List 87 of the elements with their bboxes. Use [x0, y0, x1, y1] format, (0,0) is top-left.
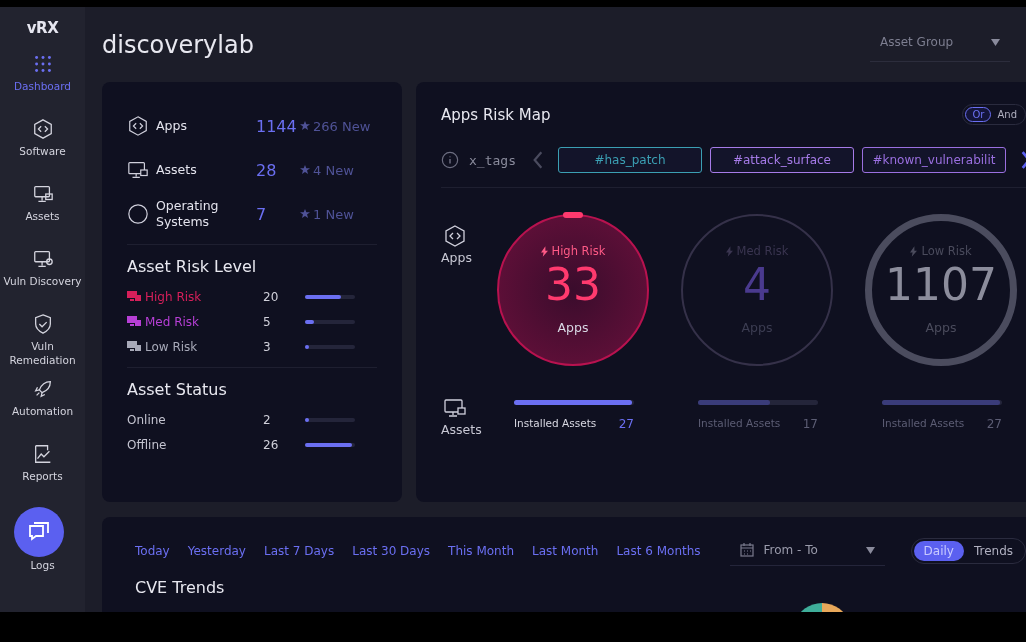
unit-label: Apps	[925, 320, 957, 335]
tag-chip[interactable]: #known_vulnerabilit	[861, 147, 1006, 173]
date-range-link[interactable]: Yesterday	[178, 543, 255, 558]
sidebar-item[interactable]: Automation	[2, 378, 83, 443]
sidebar-item[interactable]: Logs	[2, 558, 83, 572]
status-count: 2	[263, 412, 272, 427]
row-label: Assets	[441, 422, 482, 437]
risk-label[interactable]: Low Risk	[145, 339, 263, 354]
section-title: Asset Status	[127, 380, 228, 399]
risk-level-label: Low Risk	[921, 244, 972, 258]
risk-circle[interactable]: Low Risk 1107 Apps	[863, 212, 1019, 368]
installed-assets-label: Installed Assets	[514, 417, 597, 431]
installed-assets-label: Installed Assets	[698, 417, 781, 431]
code-hexagon-icon	[127, 115, 149, 137]
installed-assets-count: 27	[618, 417, 634, 431]
status-label: Offline	[127, 437, 168, 452]
date-range-link[interactable]: Last 7 Days	[255, 543, 344, 558]
risk-label[interactable]: Med Risk	[145, 314, 263, 329]
new-count: 4 New	[313, 162, 354, 178]
risk-level-label: High Risk	[551, 244, 606, 258]
new-count: 266 New	[313, 118, 371, 134]
caret-icon	[865, 546, 875, 554]
date-range-link[interactable]: Today	[126, 543, 179, 558]
installed-assets-label: Installed Assets	[882, 417, 965, 431]
asset-group-dropdown[interactable]: Asset Group	[870, 35, 1010, 62]
sidebar-item[interactable]: Software	[2, 118, 83, 183]
summary-count: 1144	[256, 116, 298, 136]
sidebar-item[interactable]: Vuln Remediation	[2, 313, 83, 378]
toggle-option[interactable]: Or	[965, 107, 992, 122]
risk-count: 5	[263, 314, 272, 329]
risk-count: 4	[743, 258, 771, 312]
star-icon	[300, 165, 310, 175]
star-icon	[300, 121, 310, 131]
card-title: Apps Risk Map	[441, 105, 551, 124]
risk-circle[interactable]: High Risk 33 Apps	[495, 212, 651, 368]
status-count: 26	[263, 437, 280, 452]
risk-count: 3	[263, 339, 272, 354]
lightning-icon	[725, 245, 733, 257]
toggle-option[interactable]: Daily	[913, 540, 964, 561]
toggle-option[interactable]: And	[991, 107, 1023, 122]
logo: vRX	[26, 19, 59, 37]
chevron-left-icon[interactable]	[531, 150, 544, 170]
date-range-link[interactable]: This Month	[439, 543, 523, 558]
summary-label: Operating Systems	[156, 198, 220, 230]
code-hexagon-icon	[31, 118, 54, 140]
tag-chip[interactable]: #attack_surface	[709, 147, 854, 173]
lightning-icon	[910, 245, 918, 257]
page-title: discoverylab	[102, 30, 255, 59]
risk-label[interactable]: High Risk	[145, 289, 263, 304]
calendar-icon	[739, 543, 754, 557]
unit-label: Apps	[557, 320, 589, 335]
installed-assets-count: 17	[802, 417, 818, 431]
sidebar-item[interactable]: Assets	[2, 183, 83, 248]
date-range-link[interactable]: Last 30 Days	[343, 543, 440, 558]
date-range-dropdown[interactable]: From - To	[729, 543, 885, 566]
summary-label: Apps	[156, 118, 188, 134]
sidebar-item[interactable]: Vuln Discovery	[2, 248, 83, 313]
caret-icon	[991, 38, 1000, 46]
info-icon	[441, 151, 459, 169]
risk-count: 1107	[885, 258, 997, 312]
monitor-icon	[31, 183, 54, 205]
summary-count: 7	[256, 204, 268, 224]
star-icon	[300, 209, 310, 219]
monitor-icon	[127, 159, 149, 181]
status-label: Online	[127, 412, 167, 427]
tag-filter-label: x_tags	[469, 152, 516, 168]
date-range-link[interactable]: Last 6 Months	[607, 543, 710, 558]
monitor-icon	[31, 248, 54, 270]
card-title: CVE Trends	[135, 578, 226, 597]
ring-marker	[563, 212, 583, 218]
summary-count: 28	[256, 160, 278, 180]
new-count: 1 New	[313, 206, 354, 222]
sidebar-item[interactable]: Dashboard	[2, 53, 83, 118]
toggle-option[interactable]: Trends	[963, 540, 1023, 561]
risk-count: 33	[545, 258, 601, 312]
sidebar-item[interactable]: Reports	[2, 443, 83, 508]
risk-count: 20	[263, 289, 280, 304]
installed-assets-count: 27	[986, 417, 1002, 431]
summary-label: Assets	[156, 162, 198, 178]
date-range-link[interactable]: Last Month	[523, 543, 608, 558]
code-hexagon-icon	[443, 224, 467, 248]
chat-button[interactable]	[14, 507, 64, 557]
row-label: Apps	[441, 250, 472, 265]
section-title: Asset Risk Level	[127, 257, 258, 276]
tag-chip[interactable]: #has_patch	[557, 147, 702, 173]
lightning-icon	[540, 245, 548, 257]
monitor-icon	[443, 396, 467, 420]
